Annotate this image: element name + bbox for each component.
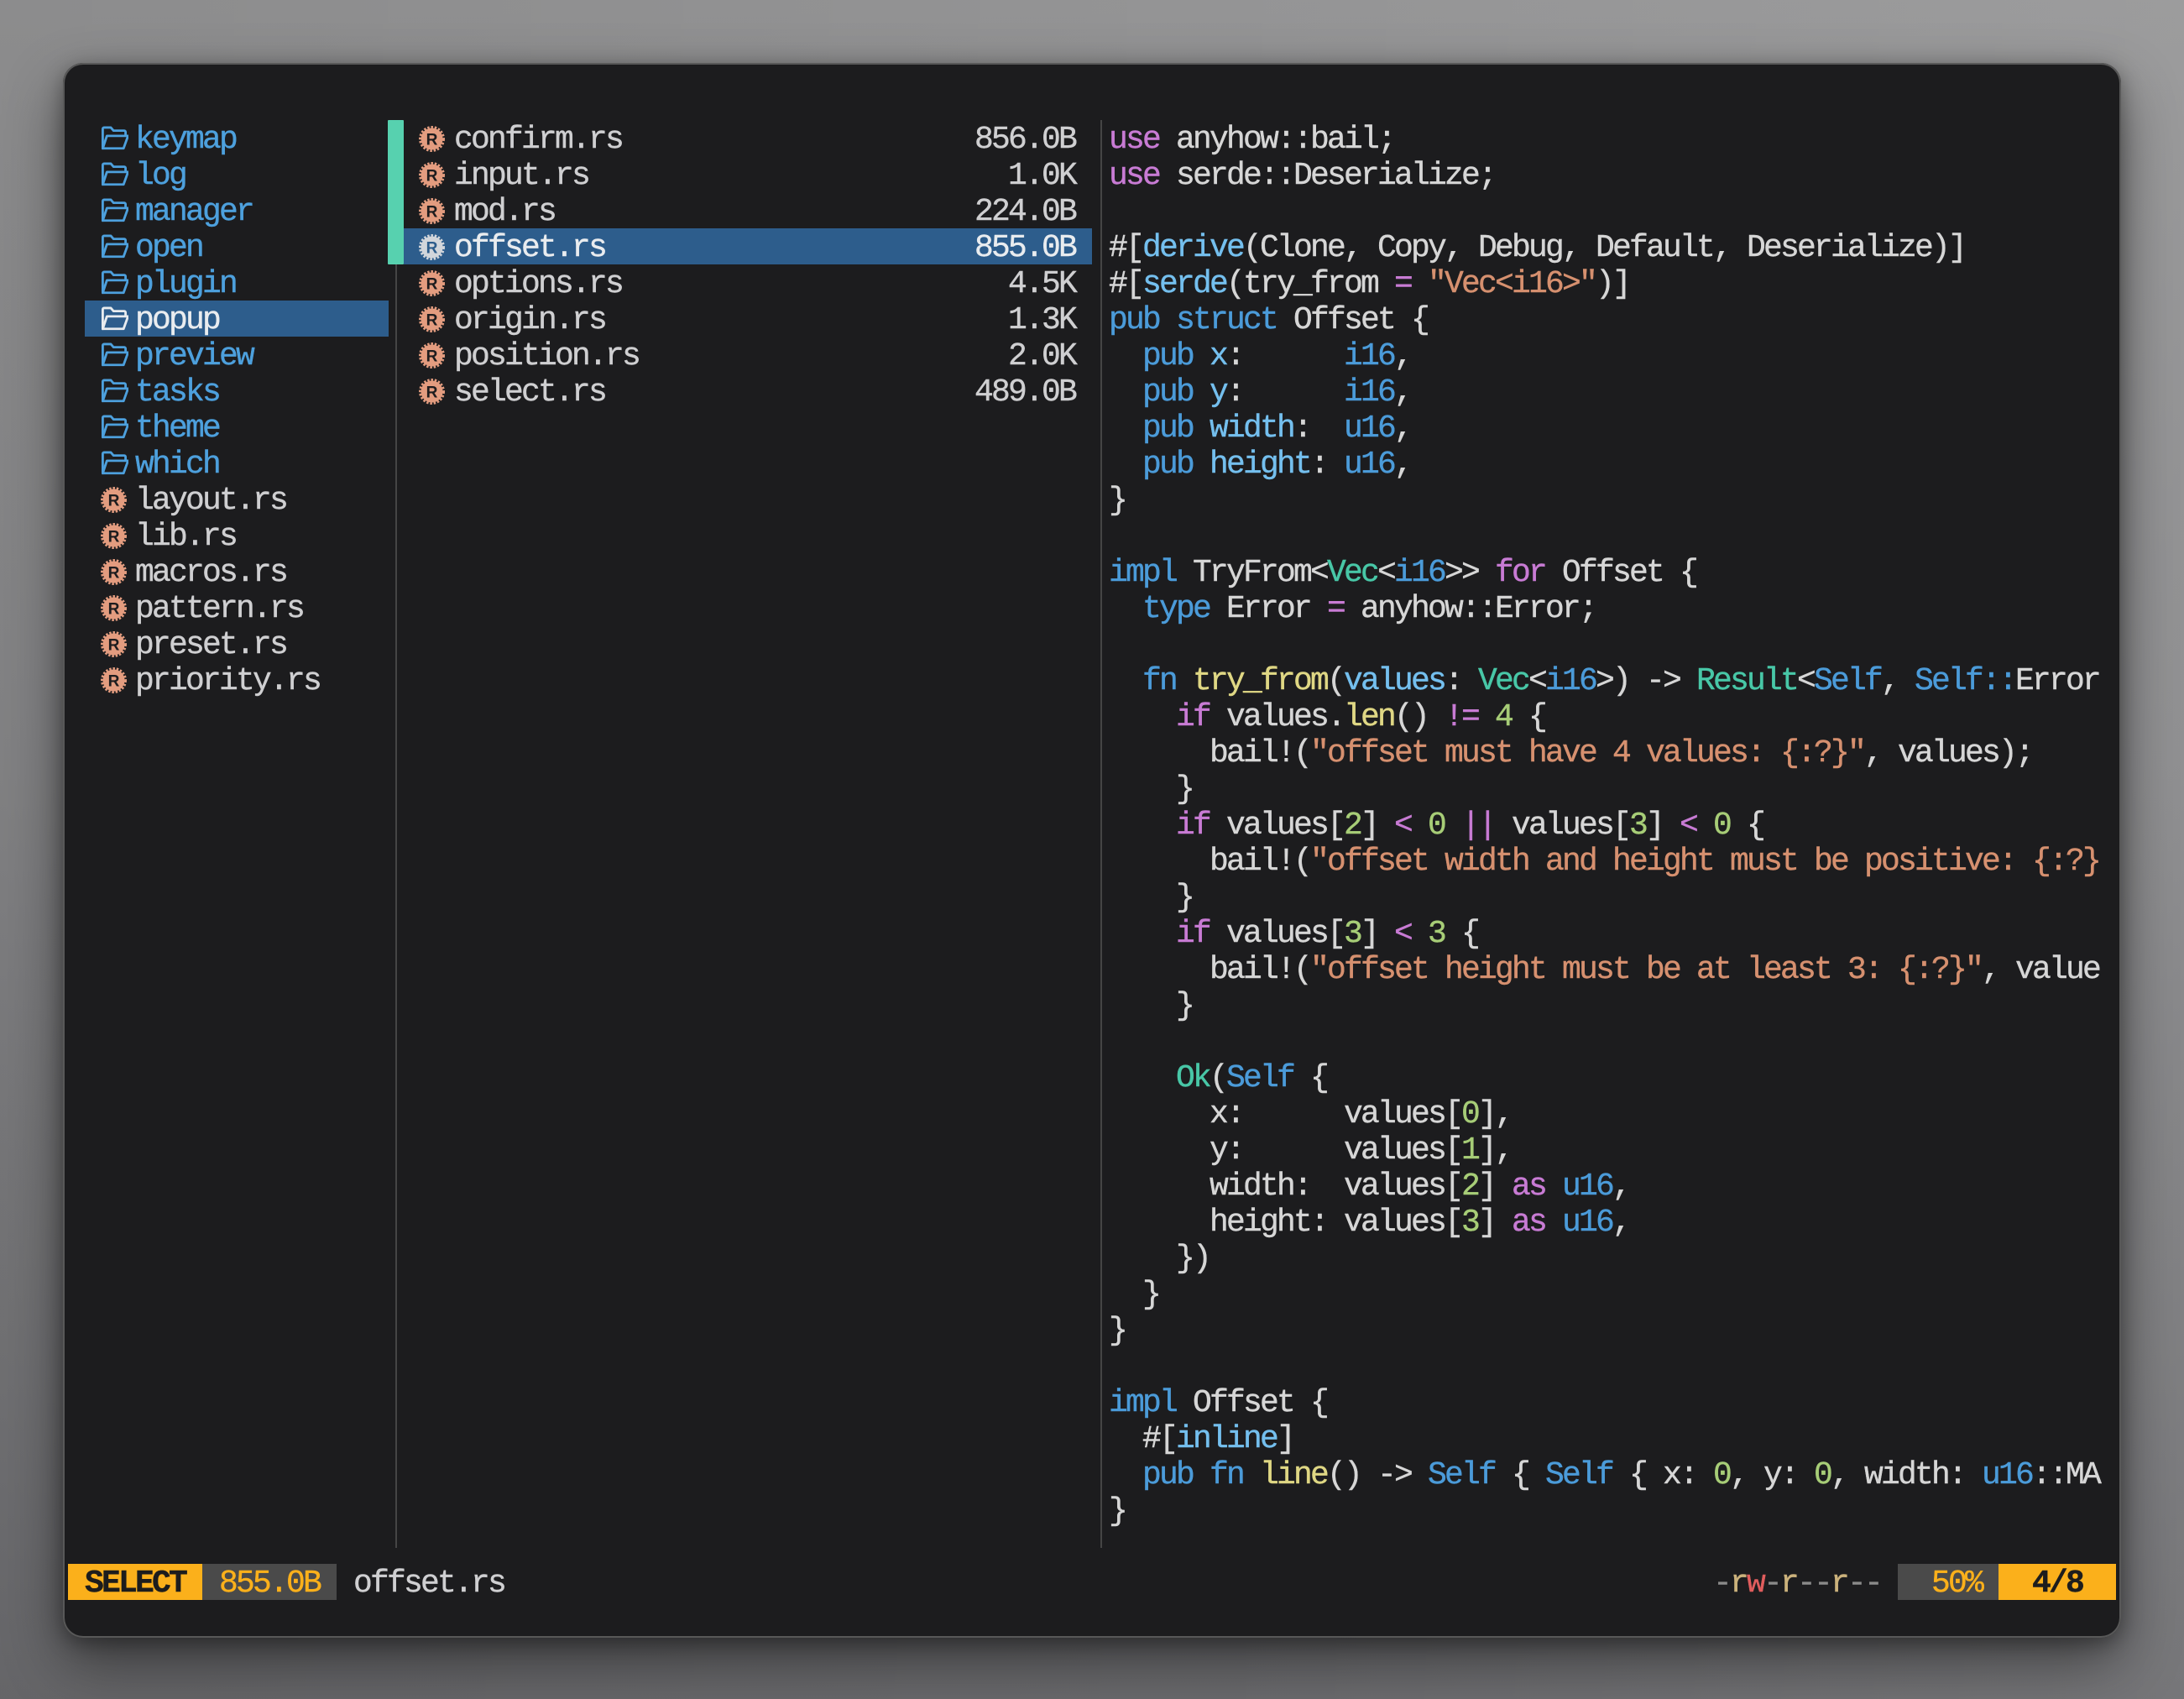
svg-text:R: R	[108, 601, 120, 619]
svg-text:R: R	[426, 348, 438, 366]
svg-text:R: R	[426, 132, 438, 149]
svg-text:R: R	[108, 493, 120, 510]
svg-text:R: R	[108, 673, 120, 691]
svg-text:R: R	[426, 204, 438, 222]
svg-text:R: R	[108, 637, 120, 655]
svg-text:R: R	[426, 168, 438, 186]
svg-text:R: R	[108, 565, 120, 583]
svg-text:R: R	[426, 384, 438, 402]
svg-text:R: R	[426, 312, 438, 330]
svg-text:R: R	[108, 529, 120, 546]
svg-text:R: R	[426, 240, 438, 258]
svg-text:R: R	[426, 276, 438, 294]
